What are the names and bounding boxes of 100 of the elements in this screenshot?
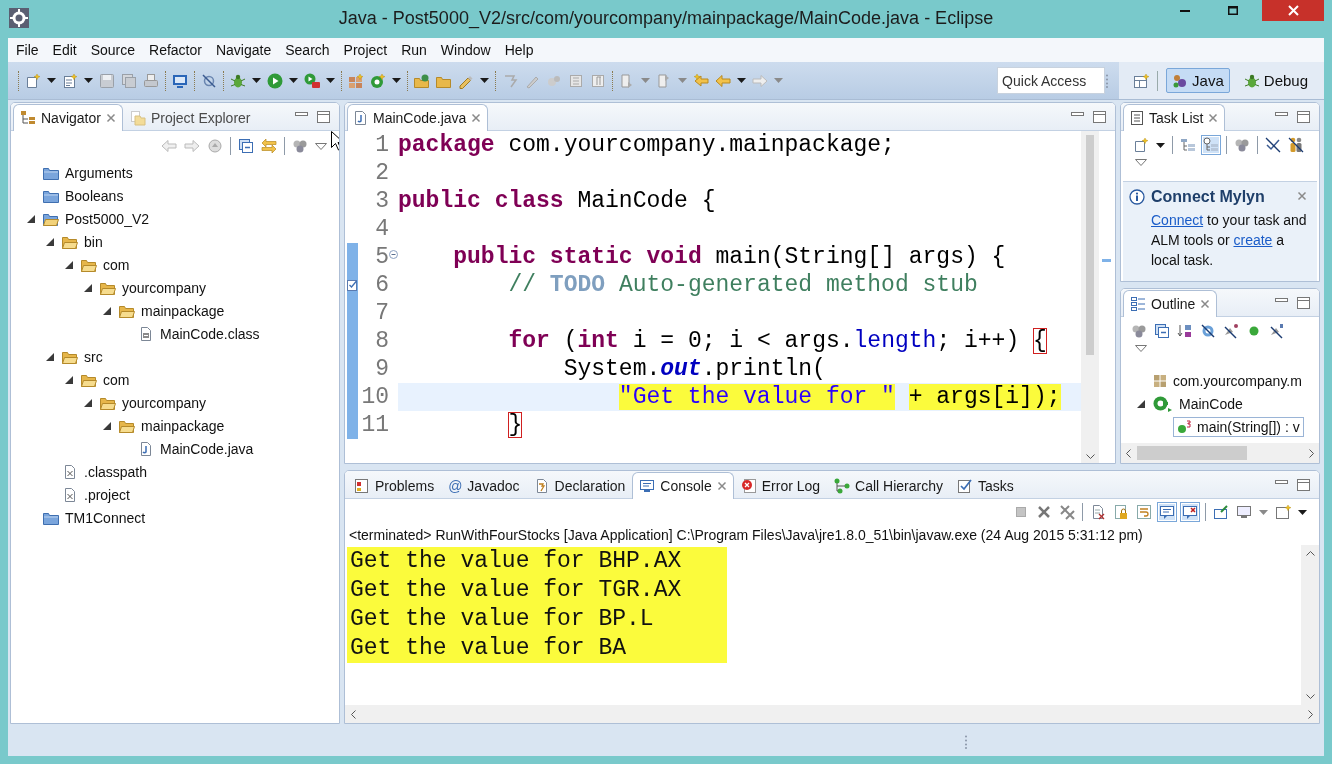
categorized-list-icon[interactable] — [1180, 137, 1196, 153]
tab[interactable]: Navigator — [13, 104, 123, 131]
tree-item[interactable]: Arguments — [39, 162, 137, 183]
hide-local-icon[interactable] — [1269, 323, 1285, 339]
scroll-right-icon[interactable] — [1308, 709, 1313, 719]
dropdown-caret-icon[interactable] — [326, 78, 335, 83]
expanded-arrow-icon[interactable] — [27, 214, 35, 223]
scrollbar[interactable] — [1121, 443, 1319, 463]
menu-item[interactable]: Refactor — [142, 40, 209, 60]
maximize-icon[interactable] — [1297, 478, 1310, 491]
dropdown-caret-icon[interactable] — [737, 78, 746, 83]
view-menu-icon[interactable] — [1135, 159, 1147, 166]
scroll-up-icon[interactable] — [1305, 551, 1315, 556]
menu-item[interactable]: Window — [433, 40, 498, 60]
tree-item[interactable]: mainpackage — [115, 300, 229, 321]
text-link[interactable]: create — [1233, 232, 1273, 248]
tree-item[interactable]: .project — [58, 484, 134, 505]
menu-item[interactable]: Edit — [45, 40, 84, 60]
collapse-all-icon[interactable] — [238, 138, 254, 154]
scroll-lock-icon[interactable] — [1113, 504, 1129, 520]
console-error-icon[interactable] — [1182, 504, 1198, 520]
tab[interactable]: Tasks — [950, 473, 1021, 498]
scrollbar[interactable] — [1301, 545, 1319, 705]
close-icon[interactable] — [1200, 299, 1211, 309]
text-link[interactable]: Connect — [1151, 212, 1204, 228]
stop-icon[interactable] — [1013, 504, 1029, 520]
scroll-left-icon[interactable] — [1126, 448, 1131, 458]
close-button[interactable] — [1262, 0, 1324, 21]
menu-item[interactable]: Search — [278, 40, 337, 60]
maximize-icon[interactable] — [1093, 110, 1106, 123]
remove-icon[interactable] — [1036, 504, 1052, 520]
tree-item[interactable]: yourcompany — [96, 277, 211, 298]
new-class-icon[interactable] — [370, 72, 386, 89]
clear-console-icon[interactable] — [1090, 504, 1106, 520]
menu-item[interactable]: Source — [83, 40, 143, 60]
close-icon[interactable] — [105, 113, 116, 123]
save-icon[interactable] — [99, 72, 115, 89]
hide-static-icon[interactable] — [1223, 323, 1239, 339]
maximize-icon[interactable] — [1297, 110, 1310, 123]
dropdown-caret-icon[interactable] — [47, 78, 56, 83]
three-balls-icon[interactable] — [1131, 323, 1147, 339]
expanded-arrow-icon[interactable] — [1137, 399, 1145, 408]
new-file-icon[interactable] — [25, 72, 41, 89]
tree-item[interactable]: .classpath — [58, 461, 152, 482]
maximize-icon[interactable] — [317, 110, 330, 123]
remove-all-icon[interactable] — [1059, 504, 1075, 520]
dropdown-caret-icon[interactable] — [252, 78, 261, 83]
expanded-arrow-icon[interactable] — [103, 306, 111, 315]
link-arrows-icon[interactable] — [261, 138, 277, 154]
sort-icon[interactable] — [1177, 323, 1193, 339]
menu-item[interactable]: File — [9, 40, 46, 60]
scrollbar[interactable] — [345, 705, 1319, 723]
printer-icon[interactable] — [143, 72, 159, 89]
hide-fields-icon[interactable] — [1200, 323, 1216, 339]
tree-item[interactable]: main(String[]) : v — [1173, 416, 1304, 437]
menu-item[interactable]: Run — [394, 40, 434, 60]
tree-item[interactable]: MainCode — [1149, 393, 1247, 414]
close-icon[interactable] — [716, 481, 727, 491]
globe-icon[interactable] — [207, 138, 223, 154]
quick-access-field[interactable]: Quick Access — [997, 67, 1106, 94]
dropdown-caret-icon[interactable] — [392, 78, 401, 83]
perspective-button[interactable]: Java — [1166, 68, 1230, 93]
maximize-icon[interactable] — [1297, 296, 1310, 309]
minimize-icon[interactable] — [1275, 110, 1288, 118]
menu-item[interactable]: Navigate — [208, 40, 279, 60]
tree-item[interactable]: com.yourcompany.m — [1149, 370, 1306, 391]
display-console-icon[interactable] — [1236, 504, 1252, 520]
close-icon[interactable] — [1297, 191, 1307, 201]
tree-item[interactable]: MainCode.class — [134, 323, 264, 344]
scheduled-list-icon[interactable] — [1203, 137, 1219, 153]
monitor-icon[interactable] — [172, 72, 188, 89]
three-balls-icon[interactable] — [1234, 137, 1250, 153]
minimize-icon[interactable] — [1071, 110, 1084, 118]
tab[interactable]: MainCode.java — [347, 104, 489, 131]
folder-globe-icon[interactable] — [414, 72, 430, 89]
tab[interactable]: Project Explorer — [122, 105, 258, 130]
scroll-left-icon[interactable] — [351, 709, 356, 719]
expanded-arrow-icon[interactable] — [65, 260, 73, 269]
tab[interactable]: Console — [632, 472, 734, 499]
expanded-arrow-icon[interactable] — [84, 283, 92, 292]
minimize-icon[interactable] — [295, 110, 308, 118]
people-icon[interactable] — [1288, 137, 1304, 153]
view-menu-icon[interactable] — [315, 142, 327, 150]
tab[interactable]: Error Log — [733, 473, 828, 498]
minimize-icon[interactable] — [1275, 478, 1288, 486]
new-task-icon[interactable] — [1133, 137, 1149, 153]
tree-item[interactable]: yourcompany — [96, 392, 211, 413]
slashed-task-icon[interactable] — [1265, 137, 1281, 153]
tab[interactable]: Outline — [1123, 290, 1218, 317]
three-balls-icon[interactable] — [292, 138, 308, 154]
fold-minus-icon[interactable] — [389, 250, 398, 259]
tab[interactable]: Declaration — [526, 473, 633, 498]
dropdown-caret-icon[interactable] — [289, 78, 298, 83]
tab[interactable]: Task List — [1123, 104, 1226, 131]
perspective-button[interactable]: Debug — [1237, 68, 1314, 93]
dropdown-caret-icon[interactable] — [84, 78, 93, 83]
scrollbar[interactable] — [1081, 131, 1099, 463]
tree-item[interactable]: TM1Connect — [39, 507, 150, 528]
slashed-circle-icon[interactable] — [201, 72, 217, 89]
dropdown-caret-icon[interactable] — [480, 78, 489, 83]
